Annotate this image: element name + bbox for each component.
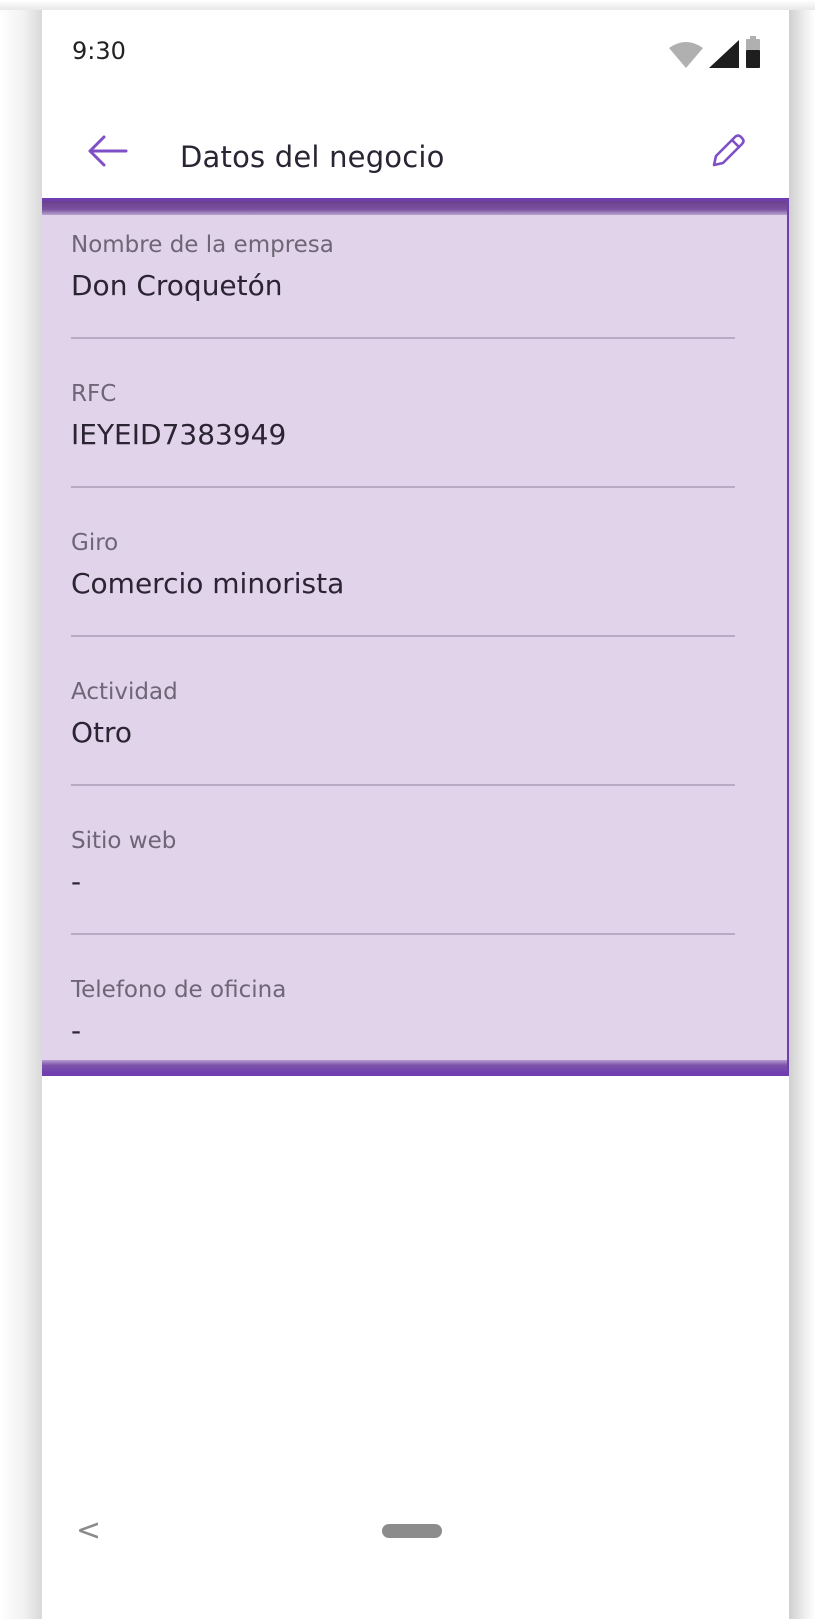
app-bar: Datos del negocio (42, 105, 789, 200)
divider (71, 784, 735, 786)
field-label: Giro (71, 530, 119, 556)
frame-shadow-left (0, 0, 42, 1619)
page-title: Datos del negocio (180, 140, 445, 174)
divider (71, 933, 735, 935)
edit-button[interactable] (705, 132, 749, 176)
field-label: Sitio web (71, 828, 177, 854)
field-label: Actividad (71, 679, 178, 705)
field-company-name: Nombre de la empresa Don Croquetón (71, 232, 735, 380)
wifi-icon (669, 42, 703, 72)
divider (71, 337, 735, 339)
battery-icon (745, 36, 761, 72)
screenshot-frame: 9:30 Datos del negocio Nombre de la empr… (0, 0, 815, 1619)
home-pill-icon[interactable] (382, 1524, 442, 1538)
status-time: 9:30 (72, 37, 126, 65)
frame-shadow-right (789, 0, 815, 1619)
field-value: IEYEID7383949 (71, 418, 287, 451)
field-label: Nombre de la empresa (71, 232, 334, 258)
field-value: Don Croquetón (71, 269, 283, 302)
panel-bottom-bar (42, 1060, 787, 1073)
frame-shadow-top (0, 0, 815, 10)
phone-screen: 9:30 Datos del negocio Nombre de la empr… (42, 10, 789, 1619)
field-office-phone: Telefono de oficina - (71, 977, 735, 1125)
divider (71, 486, 735, 488)
business-details-panel: Nombre de la empresa Don Croquetón RFC I… (42, 198, 789, 1076)
status-bar: 9:30 (42, 10, 789, 100)
cell-signal-icon (709, 40, 739, 72)
field-value: - (71, 865, 82, 898)
field-label: Telefono de oficina (71, 977, 287, 1003)
panel-top-bar (42, 201, 787, 215)
pencil-icon (707, 132, 747, 176)
field-website: Sitio web - (71, 828, 735, 976)
field-value: Comercio minorista (71, 567, 345, 600)
field-rfc: RFC IEYEID7383949 (71, 381, 735, 529)
field-activity: Actividad Otro (71, 679, 735, 827)
nav-back-button[interactable]: < (76, 1513, 101, 1548)
back-button[interactable] (82, 133, 132, 173)
status-icons (669, 36, 761, 72)
field-label: RFC (71, 381, 117, 407)
arrow-left-icon (86, 134, 128, 172)
divider (71, 635, 735, 637)
field-value: Otro (71, 716, 133, 749)
field-giro: Giro Comercio minorista (71, 530, 735, 678)
field-value: - (71, 1014, 82, 1047)
